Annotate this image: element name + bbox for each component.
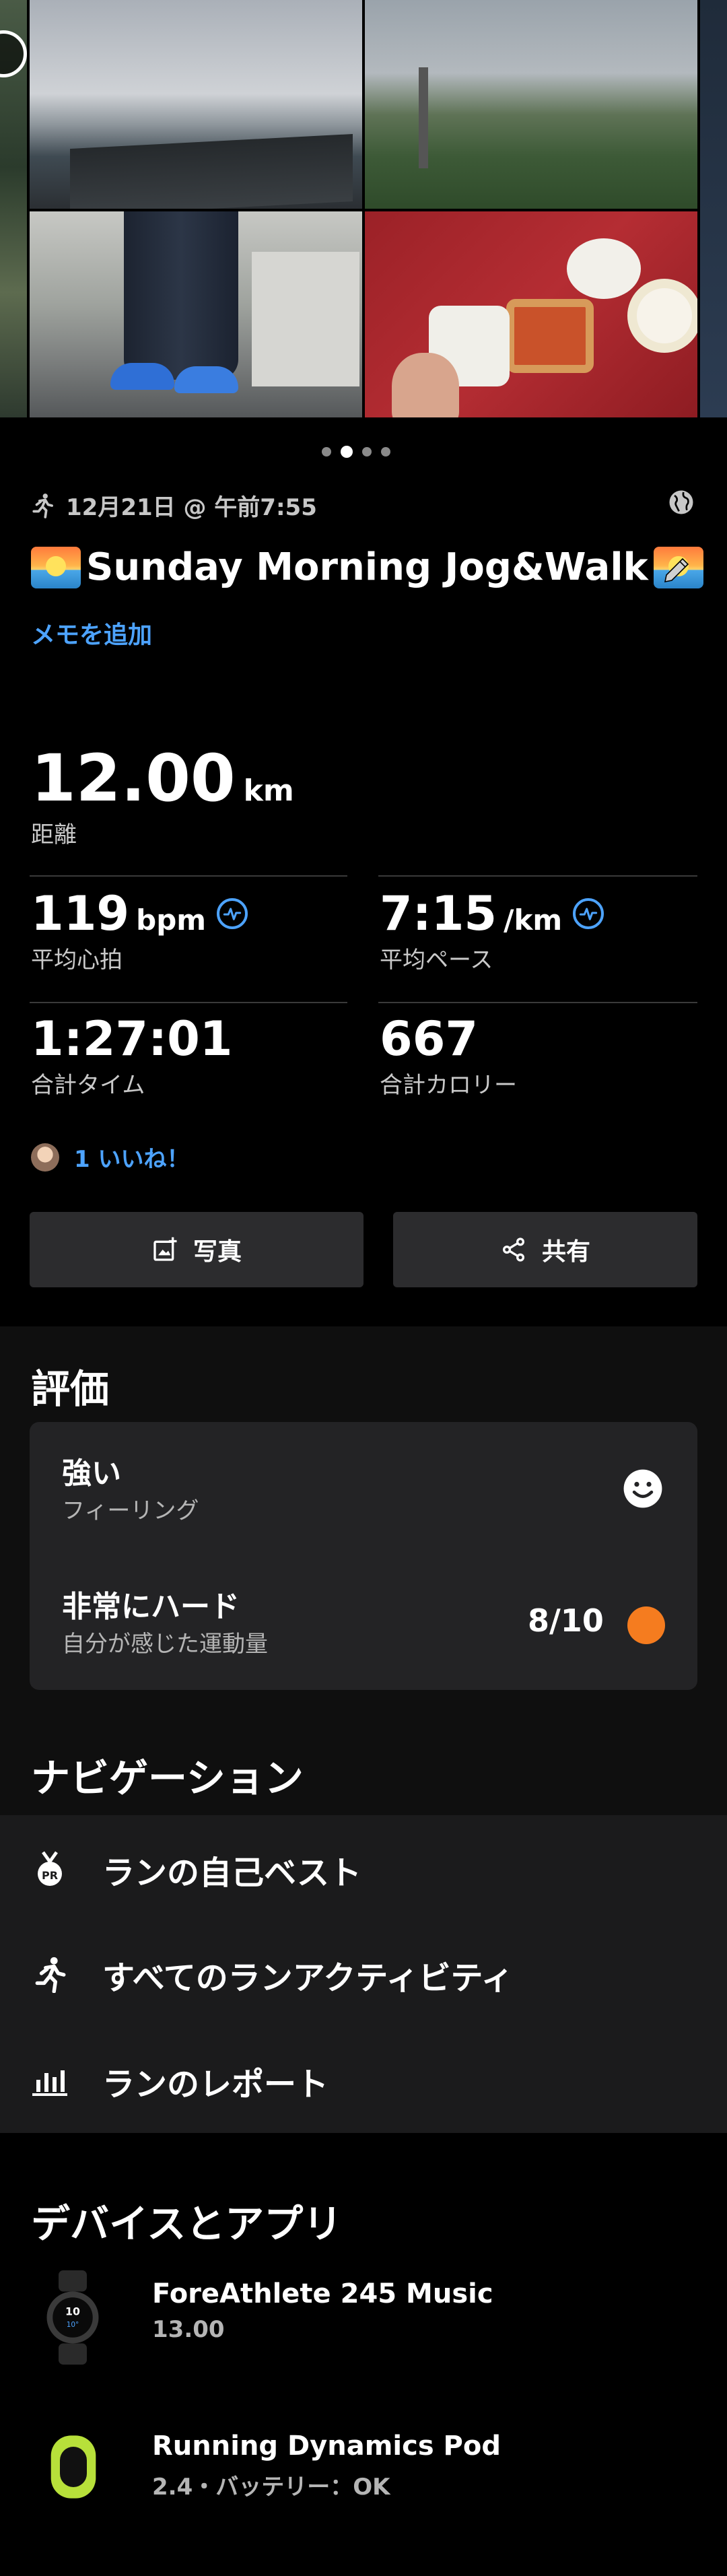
photo-landscape[interactable]: [365, 0, 697, 209]
smiley-face-icon: [623, 1469, 662, 1508]
heart-rate-unit: bpm: [136, 904, 207, 937]
likes-row[interactable]: 1 いいね！: [31, 1141, 190, 1174]
total-time-value: 1:27:01: [31, 1011, 233, 1066]
total-time-stat: 1:27:01 合計タイム: [31, 1011, 233, 1099]
share-button[interactable]: 共有: [393, 1212, 697, 1287]
pagination-dot[interactable]: [362, 447, 372, 456]
effort-indicator-dot: [627, 1606, 665, 1644]
divider: [30, 875, 347, 877]
activity-title[interactable]: Sunday Morning Jog&Walk: [31, 545, 703, 589]
add-photo-button[interactable]: 写真: [30, 1212, 364, 1287]
effort-row[interactable]: 非常にハード 自分が感じた運動量: [62, 1582, 268, 1658]
photo-running-shoes[interactable]: [30, 211, 362, 417]
effort-value: 非常にハード: [62, 1590, 240, 1624]
device-info-watch: ForeAthlete 245 Music 13.00: [152, 2278, 493, 2343]
device-detail: 13.00: [152, 2316, 225, 2343]
effort-label: 自分が感じた運動量: [62, 1631, 268, 1658]
nav-item-label: すべてのランアクティビティ: [102, 1959, 514, 1997]
svg-text:PR: PR: [42, 1869, 58, 1882]
navigation-title: ナビゲーション: [31, 1755, 304, 1801]
divider: [30, 1002, 347, 1003]
pace-stat: 7:15 /km 平均ペース: [380, 886, 604, 974]
evaluation-title: 評価: [31, 1366, 110, 1412]
pagination-dot-active[interactable]: [341, 446, 353, 458]
nav-item-all-run-activities[interactable]: すべてのランアクティビティ: [31, 1951, 514, 1998]
distance-label: 距離: [31, 821, 77, 848]
avatar: [31, 1143, 59, 1172]
distance-number: 12.00: [31, 741, 236, 816]
likes-count: 1 いいね！: [74, 1146, 190, 1173]
feeling-value: 強い: [62, 1456, 121, 1491]
calories-label: 合計カロリー: [380, 1072, 517, 1099]
edit-pencil-icon[interactable]: [661, 553, 693, 586]
nav-item-run-report[interactable]: ランのレポート: [31, 2058, 328, 2105]
pod-icon: [50, 2435, 96, 2499]
distance-unit: km: [243, 774, 294, 808]
effort-score: 8/10: [528, 1602, 604, 1639]
divider: [378, 875, 697, 877]
calories-value: 667: [380, 1011, 479, 1066]
photo-rooftop[interactable]: [30, 0, 362, 209]
nav-item-label: ランのレポート: [102, 2066, 329, 2103]
pagination-dot[interactable]: [381, 447, 390, 456]
sunrise-icon: [31, 546, 81, 588]
pace-graph-icon[interactable]: [573, 898, 604, 929]
photo-carousel[interactable]: [0, 0, 727, 417]
photo-breakfast[interactable]: [365, 211, 697, 417]
activity-title-text: Sunday Morning Jog&Walk: [86, 545, 648, 589]
devices-title: デバイスとアプリ: [31, 2201, 343, 2247]
device-info-pod: Running Dynamics Pod 2.4・バッテリー：OK: [152, 2431, 501, 2501]
share-label: 共有: [541, 1238, 590, 1266]
device-detail: 2.4・バッテリー：OK: [152, 2474, 390, 2501]
distance-value: 12.00 km: [31, 741, 294, 816]
feeling-row[interactable]: 強い フィーリング: [62, 1449, 199, 1525]
calories-stat: 667 合計カロリー: [380, 1011, 517, 1099]
svg-text:10°: 10°: [67, 2321, 79, 2329]
carousel-pagination: [322, 446, 390, 458]
feeling-label: フィーリング: [62, 1497, 199, 1524]
heart-rate-graph-icon[interactable]: [217, 898, 248, 929]
watch-icon: 10 10°: [46, 2270, 99, 2365]
device-name: Running Dynamics Pod: [152, 2431, 501, 2462]
heart-rate-value: 119: [31, 886, 130, 941]
photo-next-thumbnail[interactable]: [700, 0, 727, 417]
activity-date-row: 12月21日 @ 午前7:55: [31, 489, 317, 522]
add-photo-label: 写真: [193, 1238, 242, 1266]
add-memo-link[interactable]: メモを追加: [31, 615, 152, 650]
bar-chart-icon: [31, 2062, 69, 2100]
heart-rate-stat: 119 bpm 平均心拍: [31, 886, 248, 974]
total-time-label: 合計タイム: [31, 1072, 145, 1099]
medal-pr-icon: PR: [31, 1851, 69, 1889]
pace-label: 平均ペース: [380, 947, 493, 974]
pagination-dot[interactable]: [322, 447, 331, 456]
svg-text:10: 10: [65, 2305, 80, 2318]
activity-date: 12月21日 @ 午前7:55: [66, 494, 317, 521]
device-name: ForeAthlete 245 Music: [152, 2278, 493, 2309]
pace-unit: /km: [504, 904, 563, 937]
nav-item-label: ランの自己ベスト: [102, 1854, 361, 1892]
globe-icon[interactable]: [668, 489, 695, 516]
heart-rate-label: 平均心拍: [31, 947, 123, 974]
divider: [378, 1002, 697, 1003]
pace-value: 7:15: [380, 886, 497, 941]
runner-icon: [31, 1956, 69, 1994]
share-icon: [502, 1238, 524, 1262]
add-photo-icon: [153, 1237, 177, 1261]
runner-icon: [32, 493, 54, 518]
nav-item-personal-records[interactable]: PR ランの自己ベスト: [31, 1846, 361, 1893]
